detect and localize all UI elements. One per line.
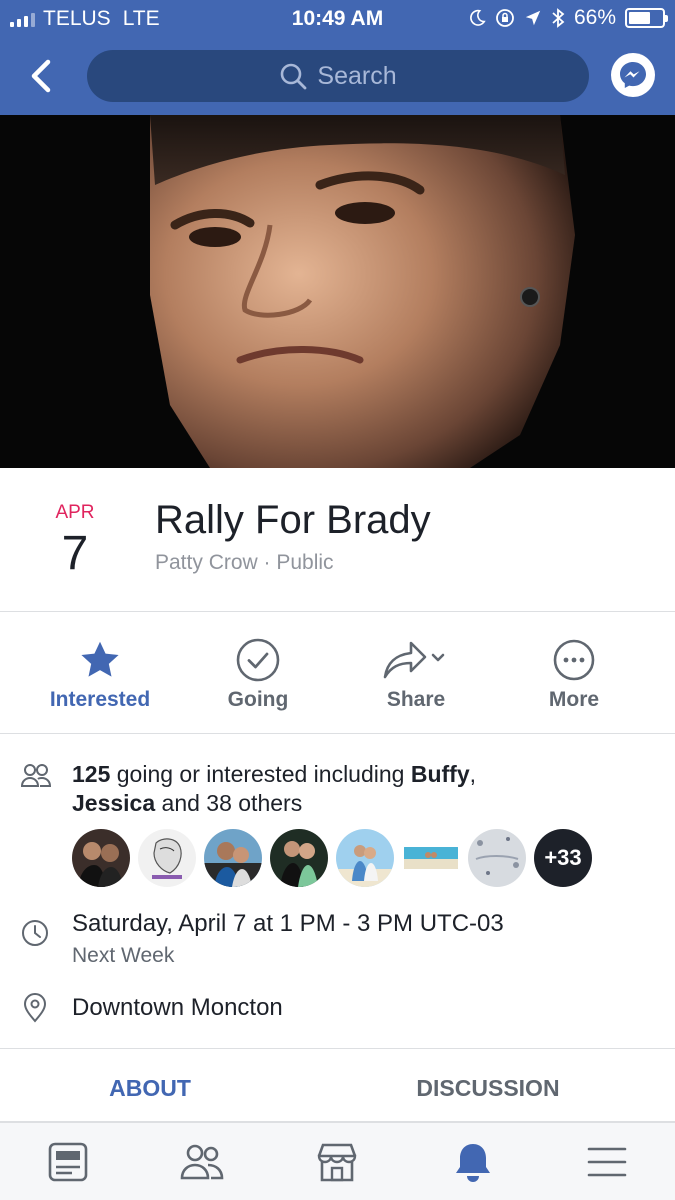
- share-icon: [383, 641, 445, 679]
- event-datetime: Saturday, April 7 at 1 PM - 3 PM UTC-03: [72, 910, 504, 937]
- going-friend-1[interactable]: Buffy: [411, 761, 470, 787]
- going-count: 125: [72, 761, 111, 787]
- going-summary: 125 going or interested including Buffy,…: [72, 760, 632, 818]
- tab-about[interactable]: ABOUT: [0, 1075, 300, 1102]
- friends-icon: [180, 1144, 224, 1180]
- star-icon: [81, 641, 119, 677]
- chevron-left-icon: [31, 59, 51, 93]
- status-right: 66%: [468, 6, 668, 30]
- more-icon: [553, 639, 595, 681]
- event-host-privacy: Patty Crow · Public: [155, 551, 334, 574]
- tab-friends[interactable]: [172, 1137, 232, 1187]
- going-row[interactable]: 125 going or interested including Buffy,…: [0, 734, 675, 914]
- search-icon: [281, 63, 307, 90]
- marketplace-icon: [317, 1143, 357, 1182]
- people-icon: [20, 764, 52, 787]
- going-comma: ,: [469, 761, 477, 787]
- tab-menu[interactable]: [577, 1137, 637, 1187]
- event-date-day: 7: [61, 527, 89, 580]
- event-relative-time: Next Week: [72, 944, 175, 967]
- avatar[interactable]: [402, 829, 460, 887]
- tab-notifications[interactable]: [443, 1137, 503, 1187]
- menu-icon: [587, 1147, 627, 1177]
- avatar[interactable]: [72, 829, 130, 887]
- messenger-button[interactable]: [611, 53, 655, 97]
- event-date-month: APR: [55, 502, 95, 523]
- location-pin-icon: [23, 993, 47, 1023]
- going-label: Going: [227, 688, 289, 711]
- event-tabs: ABOUT DISCUSSION: [0, 1048, 675, 1122]
- location-arrow-icon: [525, 10, 541, 26]
- avatar[interactable]: [468, 829, 526, 887]
- search-placeholder: Search: [317, 61, 397, 90]
- going-button[interactable]: Going: [178, 636, 338, 712]
- notifications-icon: [456, 1144, 490, 1182]
- top-header: TELUS LTE 10:49 AM 66% Search: [0, 0, 675, 115]
- battery-icon: [625, 8, 668, 28]
- going-text-a: going or interested including: [110, 761, 411, 787]
- interested-label: Interested: [49, 688, 151, 711]
- avatar[interactable]: [138, 829, 196, 887]
- share-button[interactable]: Share: [336, 636, 496, 712]
- cover-portrait-image: [0, 115, 675, 468]
- clock-icon: [22, 920, 48, 946]
- guest-avatars: +33: [72, 829, 592, 887]
- tab-marketplace[interactable]: [307, 1137, 367, 1187]
- tab-discussion[interactable]: DISCUSSION: [338, 1075, 638, 1102]
- going-text-b: and 38 others: [155, 790, 303, 816]
- interested-button[interactable]: Interested: [20, 636, 180, 712]
- bottom-tab-bar: [0, 1122, 675, 1200]
- share-label: Share: [386, 688, 446, 711]
- status-bar: TELUS LTE 10:49 AM 66%: [0, 0, 675, 38]
- back-button[interactable]: [22, 56, 62, 96]
- more-label: More: [548, 688, 600, 711]
- nav-bar: Search: [0, 40, 675, 115]
- battery-percent: 66%: [573, 6, 616, 29]
- news-feed-icon: [48, 1142, 88, 1182]
- avatar[interactable]: [336, 829, 394, 887]
- tab-news-feed[interactable]: [38, 1137, 98, 1187]
- going-friend-2[interactable]: Jessica: [72, 790, 155, 816]
- avatar[interactable]: [270, 829, 328, 887]
- check-circle-icon: [236, 638, 280, 682]
- search-bar[interactable]: Search: [87, 50, 589, 102]
- more-guests-badge[interactable]: +33: [534, 829, 592, 887]
- event-location[interactable]: Downtown Moncton: [72, 994, 283, 1022]
- bluetooth-icon: [552, 8, 565, 28]
- moon-icon: [470, 9, 486, 26]
- messenger-icon: [620, 62, 646, 88]
- event-cover-photo[interactable]: [0, 115, 675, 468]
- more-button[interactable]: More: [494, 636, 654, 712]
- event-header: APR 7 Rally For Brady Patty Crow · Publi…: [0, 468, 675, 612]
- avatar[interactable]: [204, 829, 262, 887]
- event-title: Rally For Brady: [155, 498, 431, 542]
- battery-fill: [629, 12, 651, 24]
- event-actions: Interested Going Share More: [0, 612, 675, 734]
- rotation-lock-icon: [496, 9, 514, 27]
